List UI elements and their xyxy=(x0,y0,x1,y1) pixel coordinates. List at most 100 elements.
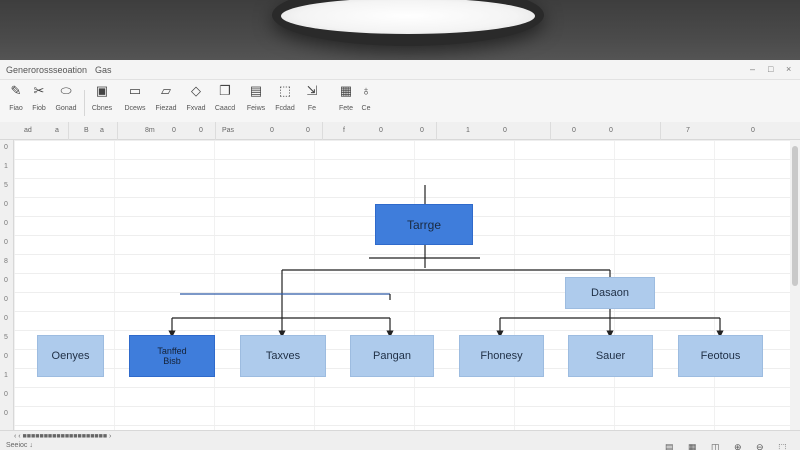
toolbar-divider xyxy=(84,90,85,116)
tool-button-5[interactable]: ▭ Dcews xyxy=(121,83,149,123)
node-fhonesy[interactable]: Fhonesy xyxy=(459,335,544,377)
tool-button-6[interactable]: ▱ Fiezad xyxy=(152,83,180,123)
tool-button-10[interactable]: ⬚ Fcdad xyxy=(271,83,299,123)
tool-label: Fcdad xyxy=(275,105,295,112)
tool-label: Cbnes xyxy=(91,105,113,112)
row-label: 1 xyxy=(4,163,8,170)
column-divider xyxy=(117,122,118,140)
column-label: a xyxy=(100,127,104,134)
column-label: 0 xyxy=(172,127,176,134)
minimize-button[interactable]: – xyxy=(750,64,755,74)
row-label: 0 xyxy=(4,315,8,322)
node-tanffed[interactable]: Tanffed Bisb xyxy=(129,335,215,377)
tool-button-9[interactable]: ▤ Feiws xyxy=(242,83,270,123)
column-label: 0 xyxy=(306,127,310,134)
node-tanffed-line1: Tanffed xyxy=(157,346,187,356)
row-label: 0 xyxy=(4,296,8,303)
title-bar: Generorossseoation Gas – □ × xyxy=(0,60,800,80)
scissors-icon: ✂ xyxy=(33,83,45,98)
bulb-icon: ♁ xyxy=(361,83,371,98)
column-divider xyxy=(322,122,323,140)
tool-label: Dcews xyxy=(124,105,146,112)
app-window: Generorossseoation Gas – □ × ✎ Fiao ✂ Fi… xyxy=(0,60,800,450)
tool-button-7[interactable]: ◇ Fxvad xyxy=(182,83,210,123)
menu-item[interactable]: Gas xyxy=(95,65,112,75)
tool-label: Feiws xyxy=(246,105,266,112)
column-divider xyxy=(68,122,69,140)
video-icon: ▭ xyxy=(128,83,142,98)
node-tanffed-line2: Bisb xyxy=(163,356,181,366)
row-label: 0 xyxy=(4,410,8,417)
node-sauer[interactable]: Sauer xyxy=(568,335,653,377)
tool-button-4[interactable]: ▣ Cbnes xyxy=(88,83,116,123)
tool-label: Gonad xyxy=(55,105,77,112)
tool-button-8[interactable]: ❐ Caacd xyxy=(211,83,239,123)
copy-icon: ❐ xyxy=(219,83,231,98)
sheet-navigator[interactable]: ‹ ‹ ■■■■■■■■■■■■■■■■■■■■ › xyxy=(14,433,111,440)
link-icon: ⇲ xyxy=(306,83,318,98)
column-label: a xyxy=(55,127,59,134)
row-label: 8 xyxy=(4,258,8,265)
node-feotous[interactable]: Feotous xyxy=(678,335,763,377)
tool-label: Fiezad xyxy=(155,105,177,112)
column-divider xyxy=(436,122,437,140)
tool-button-13[interactable]: ♁ Ce xyxy=(352,83,380,123)
scrollbar-thumb[interactable] xyxy=(792,146,798,286)
node-taxves[interactable]: Taxves xyxy=(240,335,326,377)
tool-label: Fe xyxy=(307,105,317,112)
status-text: Seeioc ↓ xyxy=(6,442,33,449)
row-label: 0 xyxy=(4,239,8,246)
column-label: 0 xyxy=(270,127,274,134)
frame-icon: ▤ xyxy=(249,83,263,98)
row-label: 0 xyxy=(4,391,8,398)
tool-button-11[interactable]: ⇲ Fe xyxy=(298,83,326,123)
column-label: 0 xyxy=(503,127,507,134)
node-dasaon[interactable]: Dasaon xyxy=(565,277,655,309)
ceiling-lamp xyxy=(272,0,544,46)
column-label: 0 xyxy=(199,127,203,134)
node-pangan[interactable]: Pangan xyxy=(350,335,434,377)
diagram-canvas[interactable]: Tarrge Dasaon Oenyes Tanffed Bisb Taxves… xyxy=(14,140,790,430)
tool-button-3[interactable]: ⬭ Gonad xyxy=(52,83,80,123)
close-button[interactable]: × xyxy=(786,64,791,74)
column-label: 0 xyxy=(572,127,576,134)
column-label: f xyxy=(343,127,345,134)
tool-label: Caacd xyxy=(214,105,236,112)
row-label: 1 xyxy=(4,372,8,379)
row-label: 0 xyxy=(4,144,8,151)
tool-label: Ce xyxy=(361,105,371,112)
lamp-light xyxy=(281,0,535,34)
connector-layer xyxy=(168,185,724,338)
ceiling-backdrop xyxy=(0,0,800,62)
grid-icon: ⬚ xyxy=(278,83,292,98)
image-icon: ▣ xyxy=(95,83,109,98)
column-label: 7 xyxy=(686,127,690,134)
column-divider xyxy=(550,122,551,140)
node-root[interactable]: Tarrge xyxy=(375,204,473,245)
column-label: ad xyxy=(24,127,32,134)
row-label: 0 xyxy=(4,201,8,208)
column-label: 0 xyxy=(420,127,424,134)
status-bar: ‹ ‹ ■■■■■■■■■■■■■■■■■■■■ › Seeioc ↓ ▤ ▦ … xyxy=(0,430,800,450)
draw-icon: ◇ xyxy=(191,83,201,98)
column-label: 8m xyxy=(145,127,155,134)
row-label: 0 xyxy=(4,277,8,284)
edit-icon: ▱ xyxy=(161,83,171,98)
view-controls[interactable]: ▤ ▦ ◫ ⊕ ⊖ ⬚ xyxy=(665,442,793,450)
column-label: 0 xyxy=(751,127,755,134)
column-label: B xyxy=(84,127,89,134)
maximize-button[interactable]: □ xyxy=(768,64,773,74)
tool-label: Fiob xyxy=(32,105,46,112)
row-label: 5 xyxy=(4,182,8,189)
row-label: 0 xyxy=(4,220,8,227)
column-label: Pas xyxy=(222,127,235,134)
row-label: 5 xyxy=(4,334,8,341)
tool-label: Fxvad xyxy=(186,105,206,112)
column-header: ad a B a 8m 0 0 Pas 0 0 f 0 0 1 0 0 0 7 … xyxy=(0,122,800,140)
tool-button-2[interactable]: ✂ Fiob xyxy=(25,83,53,123)
window-title: Generorossseoation xyxy=(6,65,88,75)
node-oenyes[interactable]: Oenyes xyxy=(37,335,104,377)
shape-icon: ⬭ xyxy=(60,83,72,98)
vertical-scrollbar[interactable] xyxy=(790,140,800,430)
column-divider xyxy=(660,122,661,140)
